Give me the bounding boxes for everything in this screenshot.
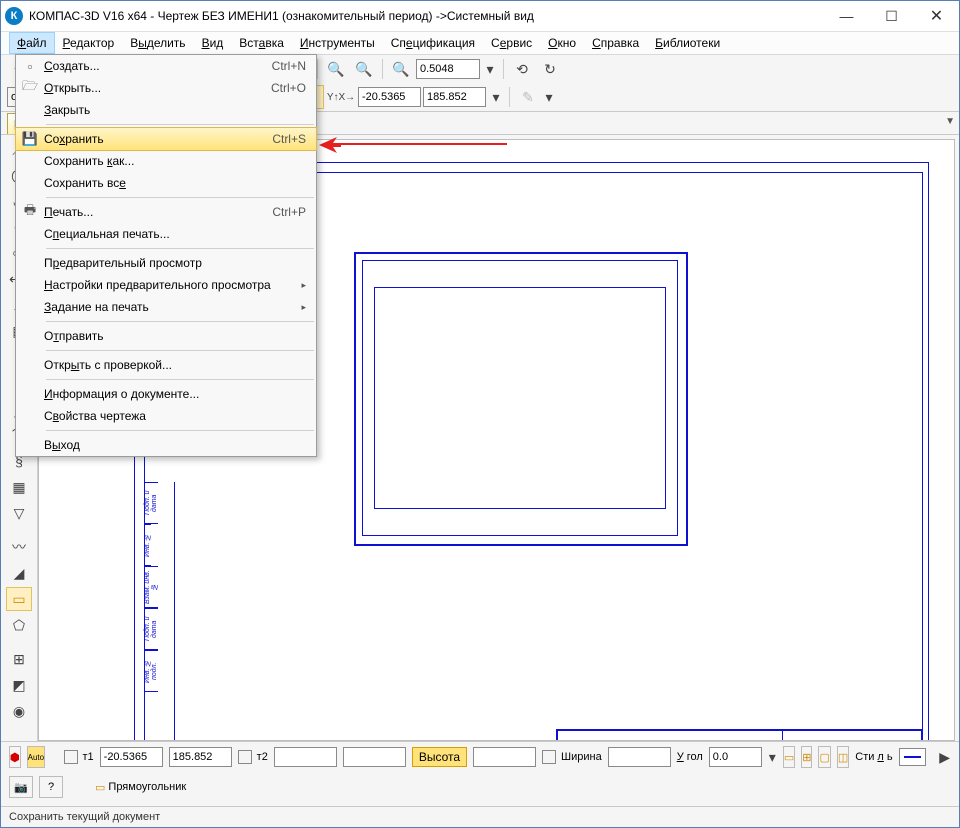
file-menu-dropdown: ▫Создать...Ctrl+N 🗁Открыть...Ctrl+O Закр… bbox=[15, 54, 317, 457]
print-icon: 🖶 bbox=[16, 201, 44, 223]
menu-save-all[interactable]: Сохранить все bbox=[16, 172, 316, 194]
menu-service[interactable]: Сервис bbox=[483, 32, 540, 54]
menu-exit[interactable]: Выход bbox=[16, 434, 316, 456]
w-checkbox[interactable] bbox=[542, 750, 556, 764]
rect-mode[interactable]: ▢ bbox=[818, 746, 830, 768]
t2-label: т2 bbox=[257, 751, 268, 763]
t2-y-input[interactable] bbox=[343, 747, 406, 767]
annotation-line bbox=[337, 143, 507, 145]
menu-insert[interactable]: Вставка bbox=[231, 32, 292, 54]
menu-save[interactable]: 💾СохранитьCtrl+S bbox=[15, 127, 317, 151]
camera-button[interactable]: 📷 bbox=[9, 776, 33, 798]
status-bar: Сохранить текущий документ bbox=[1, 806, 959, 827]
scroll-right[interactable]: ▶ bbox=[938, 745, 951, 769]
stop-button[interactable]: ⬢ bbox=[9, 746, 21, 768]
style-label: Стиль bbox=[855, 751, 892, 763]
pos-y-input[interactable] bbox=[423, 87, 486, 107]
leader-tool[interactable]: ◩ bbox=[6, 673, 32, 697]
property-bar: ⬢ Auto т1 т2 Высота Ширина Угол ▾ ▭ ⊞ ▢ … bbox=[1, 741, 959, 806]
tab-overflow-icon[interactable]: ▼ bbox=[945, 116, 955, 127]
menu-create[interactable]: ▫Создать...Ctrl+N bbox=[16, 55, 316, 77]
menu-file[interactable]: Файл bbox=[9, 32, 55, 54]
width-input[interactable] bbox=[608, 747, 671, 767]
refresh-button[interactable]: ↻ bbox=[537, 57, 563, 81]
title-block: ИзмЛист№ докум.Подп.ДатаЛит.МассаМасштаб… bbox=[556, 729, 923, 741]
close-button[interactable]: ✕ bbox=[914, 1, 959, 31]
menu-view[interactable]: Вид bbox=[194, 32, 232, 54]
menu-special-print[interactable]: Специальная печать... bbox=[16, 223, 316, 245]
axis-on[interactable]: ⊞ bbox=[801, 746, 812, 768]
help2-button[interactable]: ? bbox=[39, 776, 63, 798]
height-label: Высота bbox=[412, 747, 467, 767]
menu-edit[interactable]: Редактор bbox=[55, 32, 123, 54]
menu-libs[interactable]: Библиотеки bbox=[647, 32, 728, 54]
window-title: КОМПАС-3D V16 x64 - Чертеж БЕЗ ИМЕНИ1 (о… bbox=[29, 9, 824, 23]
open-icon: 🗁 bbox=[16, 77, 44, 99]
status-text: Сохранить текущий документ bbox=[9, 811, 160, 823]
xy-label: Y↑X→ bbox=[326, 85, 356, 109]
angle-label: Угол bbox=[677, 751, 703, 763]
zoom-in-button[interactable]: 🔍 bbox=[351, 57, 377, 81]
t2-checkbox[interactable] bbox=[238, 750, 252, 764]
new-icon: ▫ bbox=[16, 59, 44, 74]
zoom-input[interactable] bbox=[416, 59, 480, 79]
menu-doc-info[interactable]: Информация о документе... bbox=[16, 383, 316, 405]
polygon-tool[interactable]: ⬠ bbox=[6, 613, 32, 637]
angle-drop[interactable]: ▾ bbox=[768, 745, 777, 769]
zoom-fit-button[interactable]: 🔍 bbox=[388, 57, 414, 81]
zoom-dropdown[interactable]: ▾ bbox=[482, 57, 498, 81]
menu-bar: Файл Редактор Выделить Вид Вставка Инстр… bbox=[1, 32, 959, 55]
menu-preview-settings[interactable]: Настройки предварительного просмотра▸ bbox=[16, 274, 316, 296]
t1-checkbox[interactable] bbox=[64, 750, 78, 764]
center-mode[interactable]: ◫ bbox=[837, 746, 849, 768]
curve-tool[interactable]: 〰 bbox=[6, 535, 32, 559]
axis-off[interactable]: ▭ bbox=[783, 746, 795, 768]
angle-input[interactable] bbox=[709, 747, 762, 767]
menu-select[interactable]: Выделить bbox=[122, 32, 193, 54]
minimize-button[interactable]: — bbox=[824, 1, 869, 31]
t2-x-input[interactable] bbox=[274, 747, 337, 767]
paint-button[interactable]: ✎ bbox=[515, 85, 541, 109]
rect-tab-label[interactable]: Прямоугольник bbox=[108, 781, 186, 793]
rectangle-tool[interactable]: ▭ bbox=[6, 587, 32, 611]
prev-view-button[interactable]: ⟲ bbox=[509, 57, 535, 81]
t1-label: т1 bbox=[83, 751, 94, 763]
menu-open[interactable]: 🗁Открыть...Ctrl+O bbox=[16, 77, 316, 99]
menu-print[interactable]: 🖶Печать...Ctrl+P bbox=[16, 201, 316, 223]
title-bar: К КОМПАС-3D V16 x64 - Чертеж БЕЗ ИМЕНИ1 … bbox=[1, 1, 959, 32]
chamfer-tool[interactable]: ◢ bbox=[6, 561, 32, 585]
menu-drawing-props[interactable]: Свойства чертежа bbox=[16, 405, 316, 427]
width-label: Ширина bbox=[561, 751, 602, 763]
table-tool[interactable]: ▦ bbox=[6, 475, 32, 499]
menu-window[interactable]: Окно bbox=[540, 32, 584, 54]
line-style-combo[interactable] bbox=[899, 748, 927, 766]
paint-drop[interactable]: ▾ bbox=[543, 85, 555, 109]
balloon-tool[interactable]: ◉ bbox=[6, 699, 32, 723]
rough-tool[interactable]: ▽ bbox=[6, 501, 32, 525]
height-input[interactable] bbox=[473, 747, 536, 767]
pos-x-input[interactable] bbox=[358, 87, 421, 107]
menu-preview[interactable]: Предварительный просмотр bbox=[16, 252, 316, 274]
t1-y-input[interactable] bbox=[169, 747, 232, 767]
t1-x-input[interactable] bbox=[100, 747, 163, 767]
menu-close-doc[interactable]: Закрыть bbox=[16, 99, 316, 121]
menu-spec[interactable]: Спецификация bbox=[383, 32, 483, 54]
menu-help[interactable]: Справка bbox=[584, 32, 647, 54]
menu-tools[interactable]: Инструменты bbox=[292, 32, 383, 54]
maximize-button[interactable]: ☐ bbox=[869, 1, 914, 31]
auto-button[interactable]: Auto bbox=[27, 746, 45, 768]
menu-save-as[interactable]: Сохранить как... bbox=[16, 150, 316, 172]
pos-drop[interactable]: ▾ bbox=[488, 85, 504, 109]
dim-tool-2[interactable]: ⊞ bbox=[6, 647, 32, 671]
menu-open-check[interactable]: Открыть с проверкой... bbox=[16, 354, 316, 376]
menu-send[interactable]: Отправить bbox=[16, 325, 316, 347]
zoom-window-button[interactable]: 🔍 bbox=[323, 57, 349, 81]
menu-print-job[interactable]: Задание на печать▸ bbox=[16, 296, 316, 318]
annotation-arrow-icon bbox=[319, 137, 341, 153]
save-icon: 💾 bbox=[16, 131, 44, 147]
app-logo-icon: К bbox=[5, 7, 23, 25]
